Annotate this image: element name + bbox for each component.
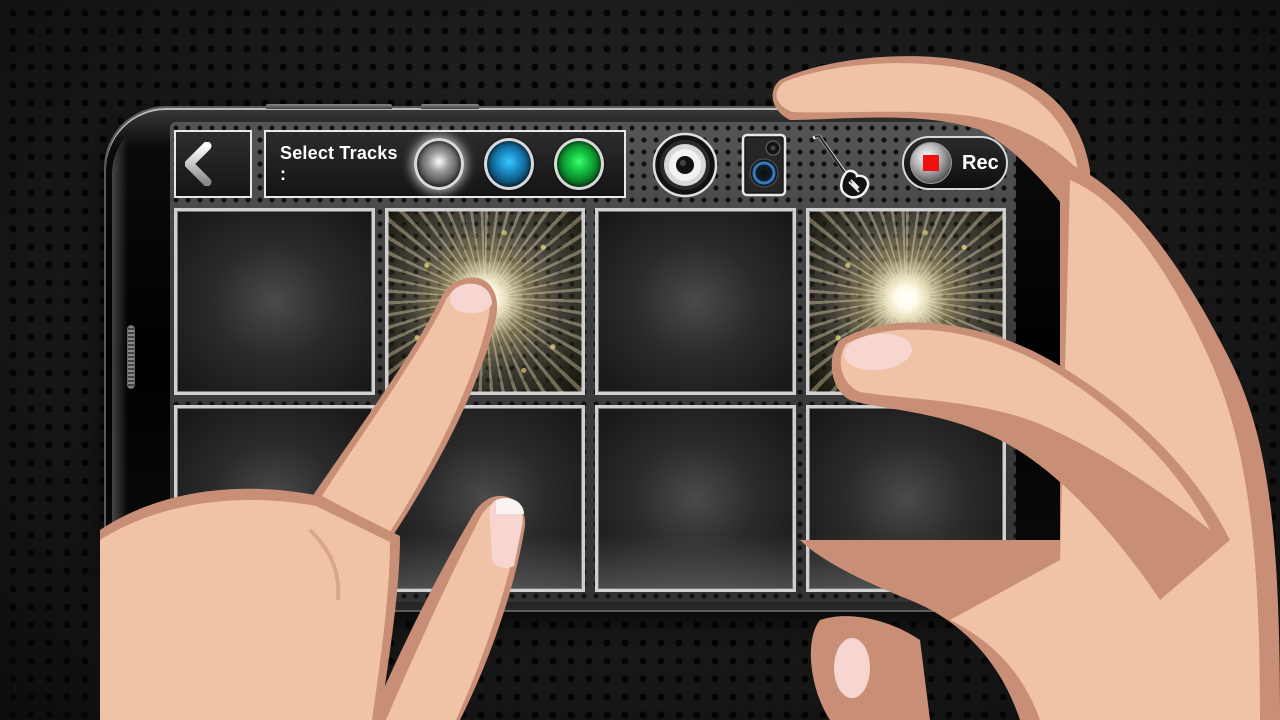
drum-pad-2[interactable] <box>384 208 585 395</box>
phone-earpiece-speaker <box>128 326 134 388</box>
track-button-green[interactable] <box>553 138 605 190</box>
phone-power-button <box>421 104 479 109</box>
drum-pad-3[interactable] <box>595 208 796 395</box>
select-tracks-label: Select Tracks : <box>280 143 398 184</box>
drum-pad-4[interactable] <box>805 208 1006 395</box>
record-indicator <box>910 142 952 184</box>
back-button[interactable] <box>174 130 252 198</box>
speaker-button[interactable] <box>740 132 788 198</box>
record-label: Rec <box>962 151 999 174</box>
select-tracks-panel: Select Tracks : <box>264 130 626 198</box>
woofer-icon <box>652 132 718 198</box>
drum-pad-1[interactable] <box>174 208 375 395</box>
track-button-blue[interactable] <box>483 138 534 190</box>
phone-device: Select Tracks : Rec <box>106 104 1074 610</box>
guitar-icon <box>812 134 870 199</box>
phone-volume-button <box>266 104 392 109</box>
instrument-button[interactable] <box>805 132 877 204</box>
drum-pad-6[interactable] <box>384 405 585 592</box>
track-button-white[interactable] <box>413 138 464 190</box>
drum-pad-grid <box>174 208 1006 592</box>
woofer-button[interactable] <box>652 132 718 198</box>
speaker-icon <box>741 133 787 197</box>
back-arrow-icon <box>185 142 240 186</box>
drum-pad-5[interactable] <box>174 405 375 592</box>
drum-pad-8[interactable] <box>805 405 1006 592</box>
app-screen: Select Tracks : Rec <box>170 122 1016 602</box>
drum-pad-7[interactable] <box>595 405 796 592</box>
record-stop-icon <box>923 155 939 171</box>
record-button[interactable]: Rec <box>902 136 1008 190</box>
